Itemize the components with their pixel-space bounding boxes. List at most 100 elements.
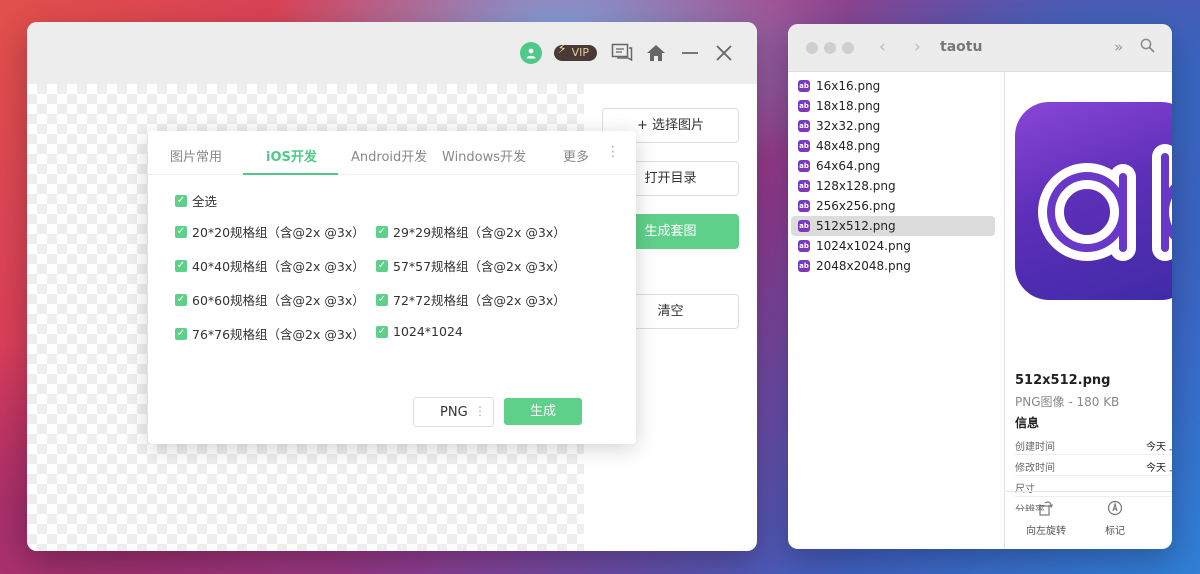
option-label: 60*60规格组（含@2x @3x） — [192, 293, 365, 308]
checkbox-checked-icon: ✓ — [175, 327, 187, 340]
checkbox-checked-icon: ✓ — [376, 325, 388, 338]
finder-window: ‹ › taotu » ab 16x16.png ab 18x18.png ab 32… — [788, 24, 1172, 549]
minimize-button[interactable] — [673, 39, 707, 67]
window-zoom-light[interactable] — [842, 42, 854, 54]
search-icon[interactable] — [1140, 38, 1155, 57]
lightning-icon: ⚡ — [557, 42, 567, 57]
preview-actions: 向左旋转 标记 — [1006, 491, 1172, 549]
tab-ios[interactable]: iOS开发 — [266, 146, 317, 165]
folder-title: taotu — [940, 39, 983, 55]
option-checkbox-76[interactable]: ✓ 76*76规格组（含@2x @3x） — [175, 324, 365, 343]
image-file-icon: ab — [798, 260, 810, 272]
list-item[interactable]: ab 1024x1024.png — [791, 236, 995, 256]
list-item-selected[interactable]: ab 512x512.png — [791, 216, 995, 236]
tab-android[interactable]: Android开发 — [351, 146, 427, 165]
more-toolbar-icon[interactable]: » — [1114, 38, 1123, 56]
vip-badge[interactable]: ⚡ VIP — [553, 42, 597, 61]
window-close-light[interactable] — [806, 42, 818, 54]
rotate-left-label: 向左旋转 — [1026, 526, 1066, 537]
info-value: 今天 上 — [1146, 442, 1172, 453]
tab-windows[interactable]: Windows开发 — [442, 146, 526, 165]
file-name: 256x256.png — [816, 199, 896, 213]
markup-button[interactable]: 标记 — [1085, 500, 1145, 537]
option-checkbox-1024[interactable]: ✓ 1024*1024 — [376, 324, 463, 339]
option-label: 76*76规格组（含@2x @3x） — [192, 327, 365, 342]
list-item[interactable]: ab 48x48.png — [791, 136, 995, 156]
checkbox-checked-icon: ✓ — [376, 259, 388, 272]
minimize-icon — [682, 52, 698, 54]
list-item[interactable]: ab 2048x2048.png — [791, 256, 995, 276]
list-item[interactable]: ab 128x128.png — [791, 176, 995, 196]
feedback-button[interactable] — [605, 39, 639, 67]
file-name: 64x64.png — [816, 159, 881, 173]
generate-button[interactable]: 生成 — [504, 398, 582, 425]
forward-arrow-icon[interactable]: › — [914, 37, 921, 57]
option-checkbox-60[interactable]: ✓ 60*60规格组（含@2x @3x） — [175, 290, 365, 309]
list-item[interactable]: ab 16x16.png — [791, 76, 995, 96]
user-icon — [519, 42, 542, 64]
chat-icon — [611, 43, 633, 62]
option-checkbox-20[interactable]: ✓ 20*20规格组（含@2x @3x） — [175, 222, 365, 241]
checkbox-checked-icon: ✓ — [175, 194, 187, 207]
file-name: 32x32.png — [816, 119, 881, 133]
tab-image-common[interactable]: 图片常用 — [170, 146, 222, 165]
image-file-icon: ab — [798, 140, 810, 152]
file-name: 2048x2048.png — [816, 259, 911, 273]
checkbox-checked-icon: ✓ — [376, 293, 388, 306]
close-icon — [716, 45, 732, 61]
tab-more[interactable]: 更多 — [563, 146, 589, 165]
info-row-modified: 修改时间 今天 上 — [1015, 455, 1172, 476]
option-checkbox-72[interactable]: ✓ 72*72规格组（含@2x @3x） — [376, 290, 566, 309]
option-checkbox-29[interactable]: ✓ 29*29规格组（含@2x @3x） — [376, 222, 566, 241]
app-logo-icon — [1038, 144, 1172, 261]
info-key: 创建时间 — [1015, 442, 1055, 453]
list-item[interactable]: ab 256x256.png — [791, 196, 995, 216]
image-file-icon: ab — [798, 240, 810, 252]
markup-icon — [1085, 500, 1145, 522]
image-file-icon: ab — [798, 80, 810, 92]
list-item[interactable]: ab 32x32.png — [791, 116, 995, 136]
window-minimize-light[interactable] — [824, 42, 836, 54]
rotate-left-button[interactable]: 向左旋转 — [1016, 500, 1076, 537]
dropdown-dots-icon: ⋮ — [474, 404, 486, 418]
user-avatar-button[interactable] — [514, 39, 548, 67]
option-label: 57*57规格组（含@2x @3x） — [393, 259, 566, 274]
format-value: PNG — [440, 405, 468, 420]
option-checkbox-40[interactable]: ✓ 40*40规格组（含@2x @3x） — [175, 256, 365, 275]
close-button[interactable] — [707, 39, 741, 67]
info-key: 修改时间 — [1015, 463, 1055, 474]
markup-label: 标记 — [1105, 526, 1125, 537]
checkbox-checked-icon: ✓ — [175, 293, 187, 306]
file-name: 16x16.png — [816, 79, 881, 93]
file-name: 1024x1024.png — [816, 239, 911, 253]
list-item[interactable]: ab 18x18.png — [791, 96, 995, 116]
option-label: 20*20规格组（含@2x @3x） — [192, 225, 365, 240]
finder-toolbar: ‹ › taotu » — [788, 24, 1172, 72]
more-options-icon[interactable]: ⋮ — [606, 144, 620, 160]
select-all-checkbox[interactable]: ✓ 全选 — [175, 191, 217, 210]
file-name: 18x18.png — [816, 99, 881, 113]
option-label: 40*40规格组（含@2x @3x） — [192, 259, 365, 274]
image-file-icon: ab — [798, 160, 810, 172]
file-name: 48x48.png — [816, 139, 881, 153]
option-label: 1024*1024 — [393, 324, 463, 339]
image-file-icon: ab — [798, 120, 810, 132]
file-name: 128x128.png — [816, 179, 896, 193]
file-list: ab 16x16.png ab 18x18.png ab 32x32.png ab 48… — [788, 72, 1005, 549]
option-label: 72*72规格组（含@2x @3x） — [393, 293, 566, 308]
home-button[interactable] — [639, 39, 673, 67]
rotate-left-icon — [1016, 500, 1076, 522]
active-tab-indicator — [243, 173, 338, 175]
format-select[interactable]: PNG ⋮ — [413, 397, 494, 427]
checkbox-checked-icon: ✓ — [376, 225, 388, 238]
preview-file-kind: PNG图像 - 180 KB — [1015, 395, 1120, 409]
title-bar-actions: ⚡ VIP — [514, 39, 741, 67]
list-item[interactable]: ab 64x64.png — [791, 156, 995, 176]
file-name: 512x512.png — [816, 219, 896, 233]
preview-file-name: 512x512.png — [1015, 373, 1111, 388]
option-checkbox-57[interactable]: ✓ 57*57规格组（含@2x @3x） — [376, 256, 566, 275]
vip-label: VIP — [571, 46, 589, 59]
image-file-icon: ab — [798, 200, 810, 212]
option-label: 29*29规格组（含@2x @3x） — [393, 225, 566, 240]
back-arrow-icon[interactable]: ‹ — [879, 37, 886, 57]
